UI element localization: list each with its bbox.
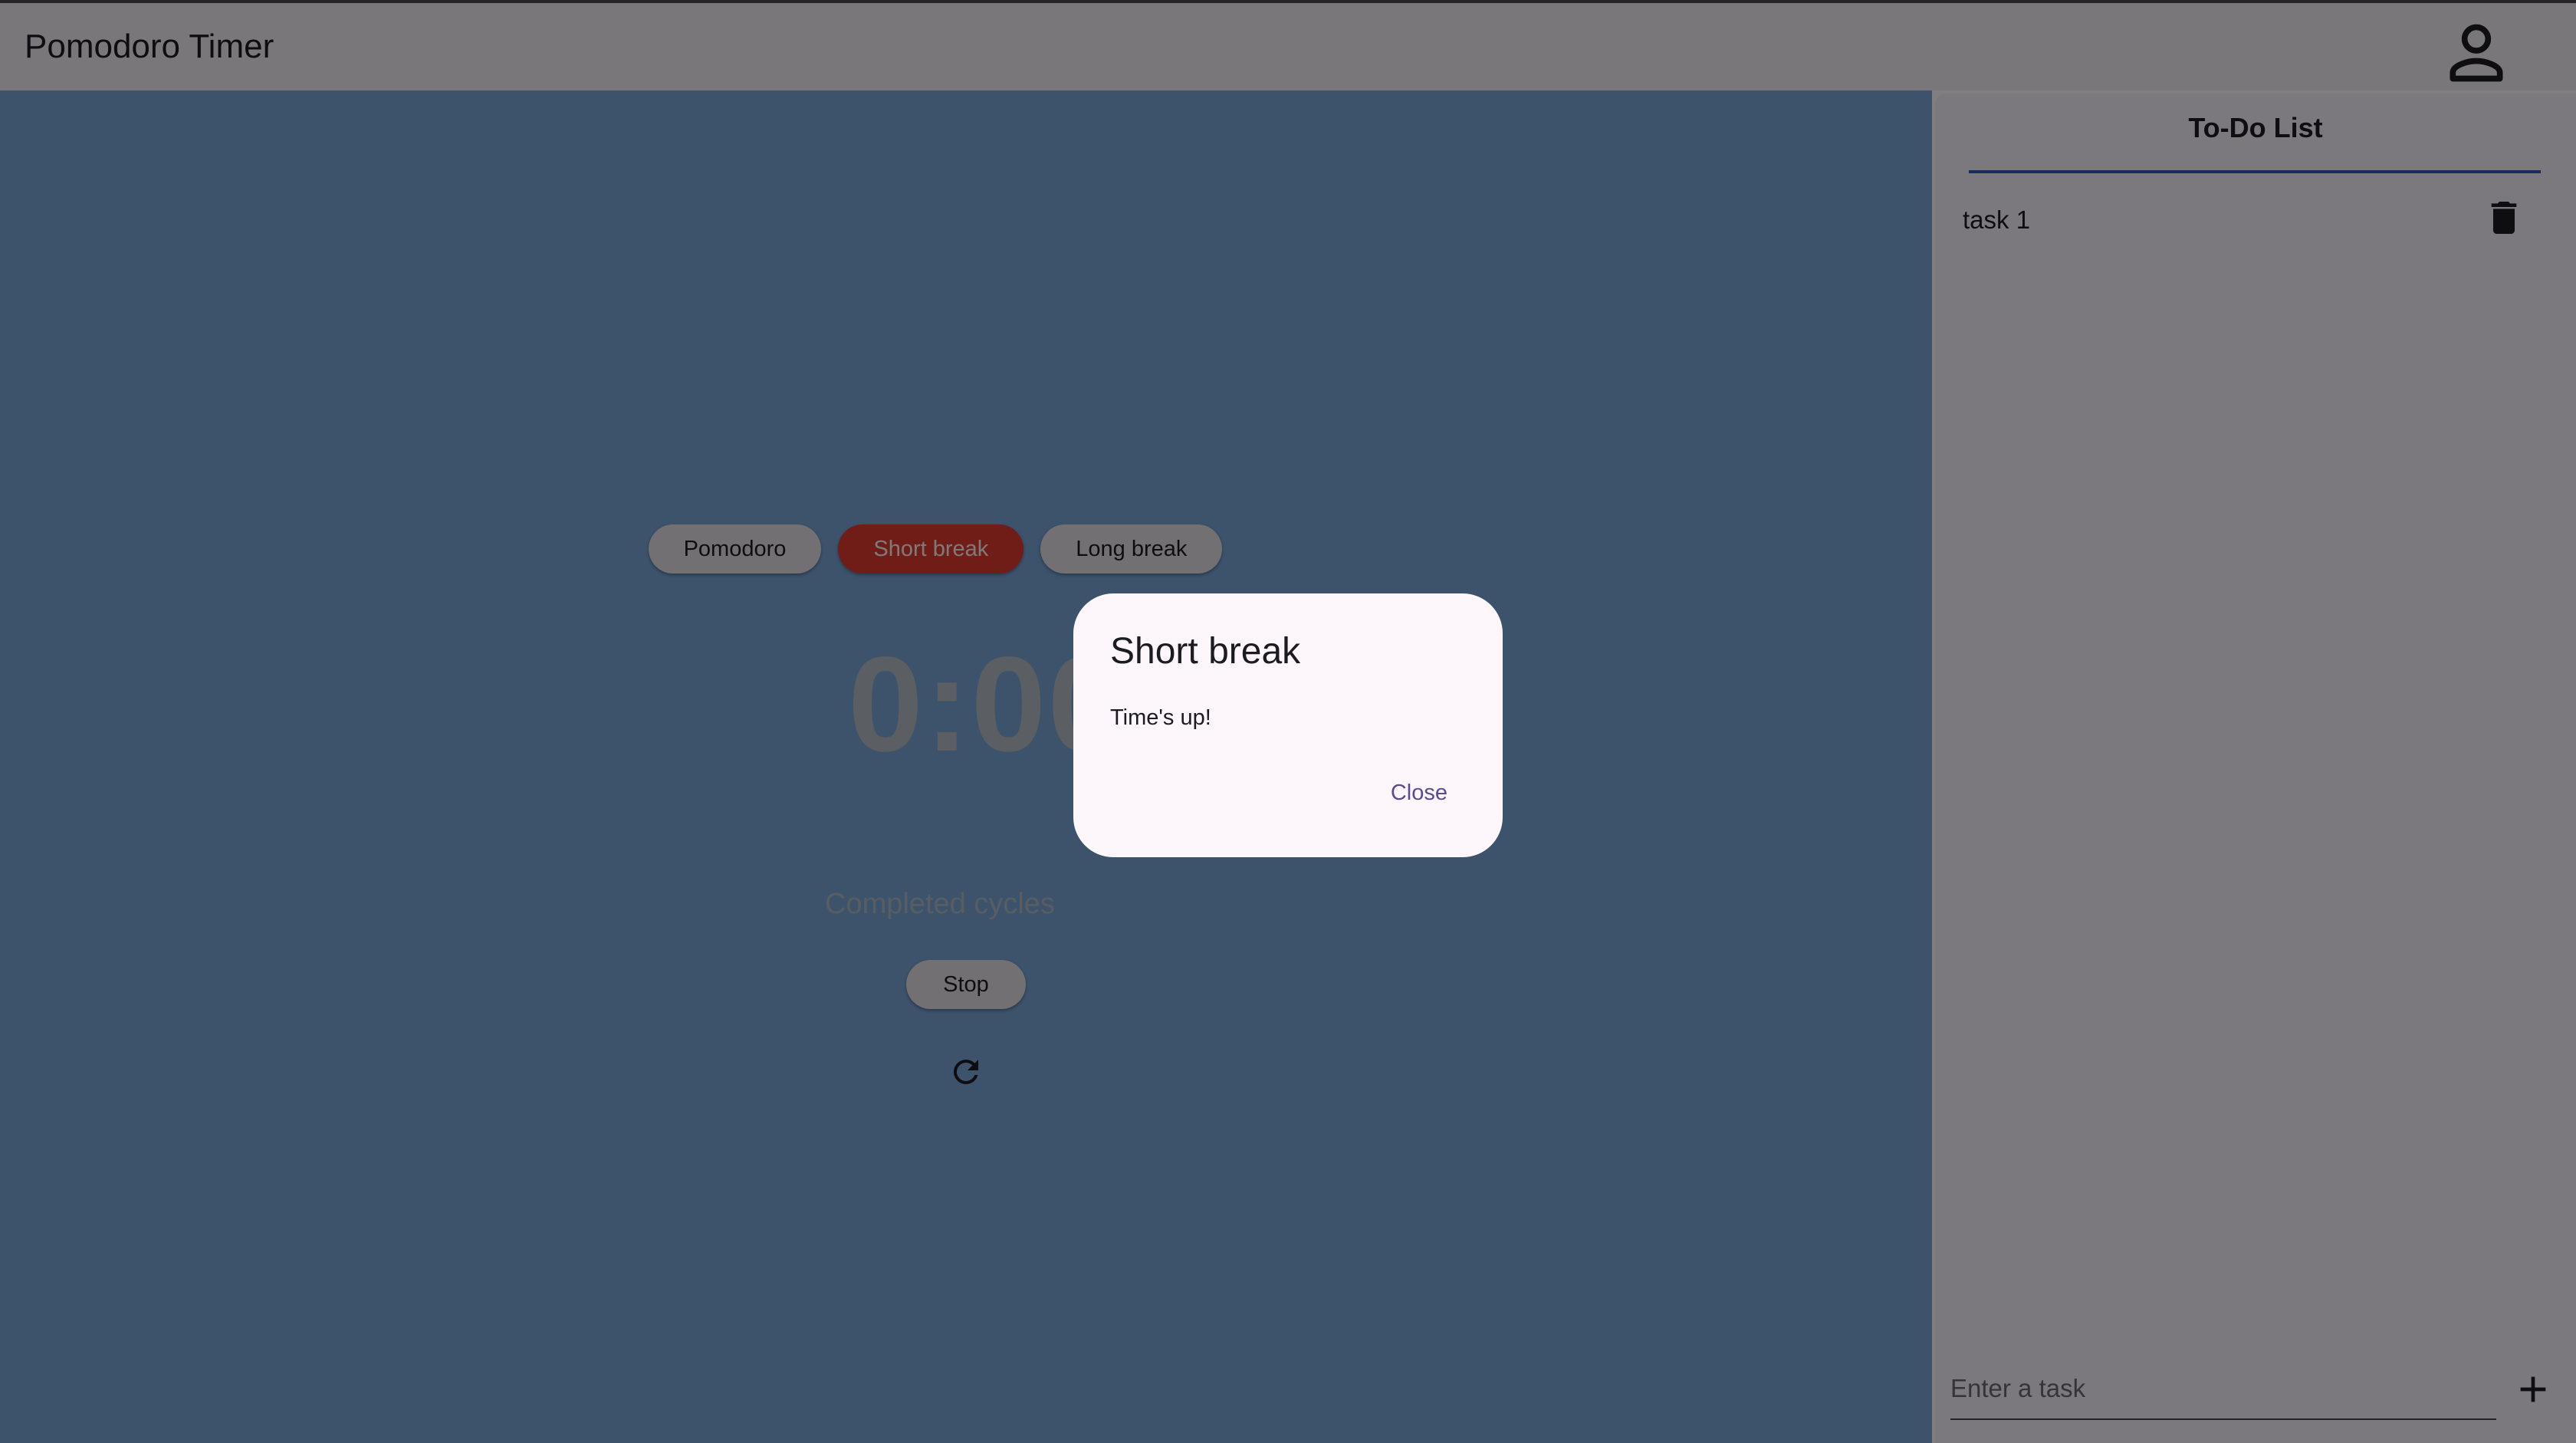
dialog-close-button[interactable]: Close [1372,768,1466,817]
dialog-message: Time's up! [1110,705,1211,730]
time-up-dialog: Short break Time's up! Close [1073,593,1503,857]
dialog-title: Short break [1110,631,1301,672]
